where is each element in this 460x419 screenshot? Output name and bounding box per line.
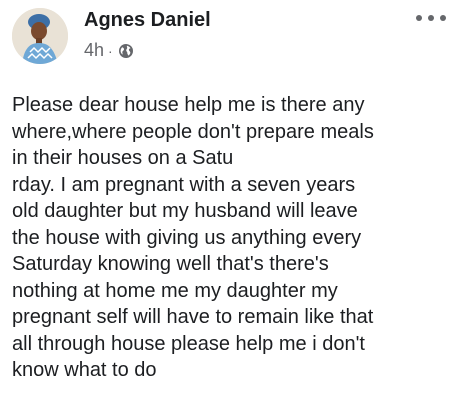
post-text-line: Saturday knowing well that's there's xyxy=(12,253,329,275)
post-body: Please dear house help me is there any w… xyxy=(12,92,456,384)
meta-separator: · xyxy=(108,42,113,59)
post-text-line: all through house please help me i don't xyxy=(12,332,365,355)
more-dot xyxy=(440,15,446,21)
post-text-line: the house with giving us anything every xyxy=(12,226,362,249)
author-name[interactable]: Agnes Daniel xyxy=(84,9,211,32)
post-meta: 4h · xyxy=(84,40,134,61)
post-text-line: rday. I am pregnant with a seven years xyxy=(12,173,356,196)
profile-photo xyxy=(12,8,68,64)
more-options-icon[interactable] xyxy=(416,10,446,26)
facebook-post: Agnes Daniel 4h · Please dear house help… xyxy=(0,0,460,419)
post-text-line: in their houses on a Satu xyxy=(12,147,234,169)
post-text-line: old daughter but my husband will leave xyxy=(12,200,358,222)
post-text-line: Please dear house help me is there any xyxy=(12,94,365,116)
more-dot xyxy=(428,15,434,21)
more-dot xyxy=(416,15,422,21)
post-text-line: where,where people don't prepare meals xyxy=(12,120,374,143)
avatar[interactable] xyxy=(12,8,68,64)
post-text-line: pregnant self will have to remain like t… xyxy=(12,306,374,328)
post-timestamp[interactable]: 4h xyxy=(84,40,104,61)
globe-icon[interactable] xyxy=(118,43,134,59)
post-text-line: know what to do xyxy=(12,359,157,381)
post-text-line: nothing at home me my daughter my xyxy=(12,279,338,302)
